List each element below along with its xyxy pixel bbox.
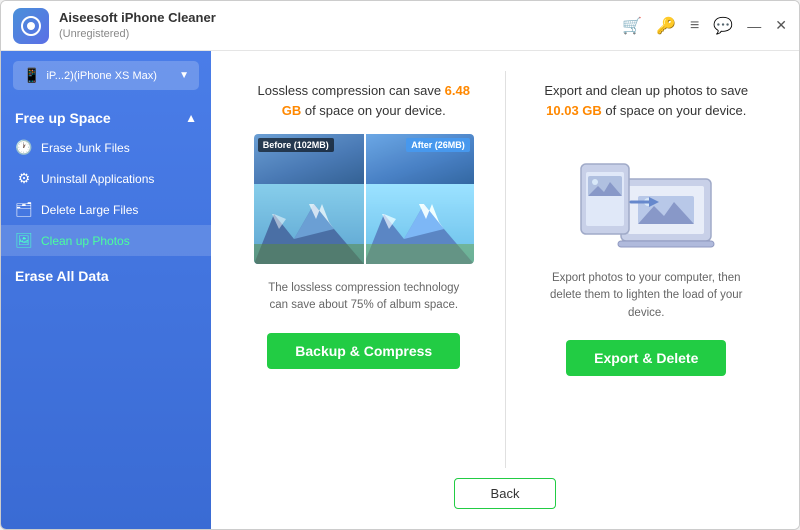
export-delete-button[interactable]: Export & Delete — [566, 340, 726, 376]
before-after-image: Before (102MB) — [254, 134, 474, 264]
clock-icon: 🕐 — [15, 139, 33, 156]
file-icon: 🗂 — [15, 201, 33, 218]
right-panel-desc: Export photos to your computer, then del… — [546, 270, 746, 322]
feedback-icon[interactable]: 💬 — [713, 16, 733, 36]
clean-photos-label: Clean up Photos — [41, 234, 130, 248]
panel-divider — [505, 71, 506, 468]
delete-large-label: Delete Large Files — [41, 203, 138, 217]
erase-all-data-section: Erase All Data — [1, 256, 211, 298]
left-panel-desc: The lossless compression technology can … — [264, 280, 464, 315]
app-name: Aiseesoft iPhone Cleaner — [59, 10, 622, 27]
erase-junk-label: Erase Junk Files — [41, 141, 130, 155]
backup-compress-button[interactable]: Backup & Compress — [267, 333, 460, 369]
left-panel-title: Lossless compression can save 6.48 GB of… — [247, 81, 481, 120]
after-image: After (26MB) — [364, 134, 474, 264]
app-logo — [13, 8, 49, 44]
export-delete-panel: Export and clean up photos to save 10.03… — [510, 71, 784, 468]
section-chevron-up-icon: ▲ — [185, 111, 197, 125]
sidebar: 📱 iP...2)(iPhone XS Max) ▼ Free up Space… — [1, 51, 211, 529]
app-subtitle: (Unregistered) — [59, 27, 622, 41]
sidebar-item-uninstall-apps[interactable]: ⚙ Uninstall Applications — [1, 163, 211, 194]
badge-after: After (26MB) — [406, 138, 470, 152]
free-up-space-section: Free up Space ▲ 🕐 Erase Junk Files ⚙ Uni… — [1, 100, 211, 256]
app-title: Aiseesoft iPhone Cleaner (Unregistered) — [59, 10, 622, 41]
gear-icon: ⚙ — [15, 170, 33, 187]
device-chevron-icon: ▼ — [179, 70, 189, 81]
sidebar-item-delete-large[interactable]: 🗂 Delete Large Files — [1, 194, 211, 225]
export-svg — [566, 134, 726, 254]
photos-icon: 🖼 — [15, 232, 33, 249]
title-bar-controls: 🛒 🔑 ≡ 💬 — ✕ — [622, 16, 787, 36]
device-selector[interactable]: 📱 iP...2)(iPhone XS Max) ▼ — [13, 61, 199, 90]
menu-icon[interactable]: ≡ — [690, 17, 699, 35]
right-panel-title: Export and clean up photos to save 10.03… — [530, 81, 764, 120]
sidebar-item-clean-photos[interactable]: 🖼 Clean up Photos — [1, 225, 211, 256]
phone-icon: 📱 — [23, 67, 40, 84]
minimize-button[interactable]: — — [747, 18, 761, 34]
main-layout: 📱 iP...2)(iPhone XS Max) ▼ Free up Space… — [1, 51, 799, 529]
erase-all-data-label[interactable]: Erase All Data — [15, 268, 109, 284]
before-image: Before (102MB) — [254, 134, 364, 264]
export-illustration — [566, 134, 726, 254]
free-up-space-label: Free up Space — [15, 110, 111, 126]
free-up-space-header[interactable]: Free up Space ▲ — [1, 100, 211, 132]
app-window: Aiseesoft iPhone Cleaner (Unregistered) … — [0, 0, 800, 530]
backup-compress-panel: Lossless compression can save 6.48 GB of… — [227, 71, 501, 468]
uninstall-apps-label: Uninstall Applications — [41, 172, 154, 186]
divider-line — [364, 134, 366, 264]
back-button[interactable]: Back — [454, 478, 557, 509]
device-name: iP...2)(iPhone XS Max) — [46, 70, 173, 82]
bottom-bar: Back — [211, 468, 799, 513]
close-button[interactable]: ✕ — [775, 17, 787, 34]
cart-icon[interactable]: 🛒 — [622, 16, 642, 36]
badge-before: Before (102MB) — [258, 138, 334, 152]
content-area: Lossless compression can save 6.48 GB of… — [211, 51, 799, 529]
content-panels: Lossless compression can save 6.48 GB of… — [211, 71, 799, 468]
title-bar: Aiseesoft iPhone Cleaner (Unregistered) … — [1, 1, 799, 51]
key-icon[interactable]: 🔑 — [656, 16, 676, 36]
sidebar-item-erase-junk[interactable]: 🕐 Erase Junk Files — [1, 132, 211, 163]
